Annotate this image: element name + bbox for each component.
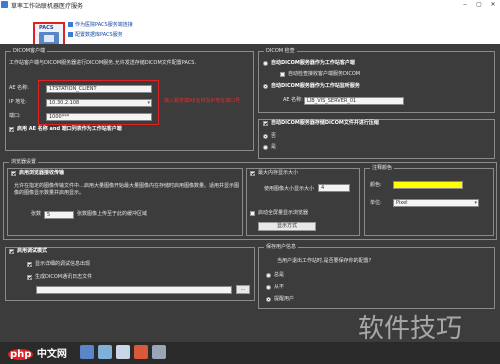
memory-checkbox[interactable] [250, 171, 255, 176]
title-bar: 草率工作站联机器医疗服务 ‒ ▢ ✕ [0, 0, 500, 10]
group-title: 浏览器设置 [9, 159, 39, 166]
unit-label: 单位: [370, 200, 382, 206]
color-label: 颜色: [370, 182, 382, 188]
chevron-down-icon: ▾ [474, 200, 477, 206]
radio-always[interactable] [266, 273, 271, 278]
debug-mode-label: 启用调试模式 [17, 248, 48, 254]
radio-ask[interactable] [266, 297, 271, 302]
maximize-button[interactable]: ▢ [472, 0, 486, 9]
taskbar-app-icon[interactable] [134, 345, 148, 359]
ae-name-label: AE 名称: [9, 85, 29, 91]
image-transfer-description: 允许在指定的图像传输文件中…启用大量图像开始最大量图像内在存储时启用图像数量。适… [14, 183, 240, 196]
browse-button[interactable]: … [236, 285, 250, 294]
minimize-button[interactable]: ‒ [458, 0, 472, 9]
auto-compress-label: 自动DICOM服务器存储DICOM文件并进行压缩 [271, 120, 379, 126]
radio-ask-label: 提醒用户 [274, 296, 295, 302]
radio-no[interactable] [263, 134, 268, 139]
info-icon [68, 32, 73, 37]
use-ae-checkbox[interactable] [9, 127, 14, 132]
memory-field-label: 使用图像大小显示大小 [264, 186, 315, 192]
image-transfer-group [7, 168, 243, 236]
radio-always-label: 总是 [274, 272, 285, 278]
image-transfer-checkbox[interactable] [11, 171, 16, 176]
group-title: 注释颜色 [370, 165, 395, 172]
dicom-log-checkbox[interactable] [27, 275, 32, 280]
group-title: DICOM客户端 [11, 48, 48, 55]
memory-stepper[interactable]: 4 [318, 184, 350, 192]
taskbar-app-icon[interactable] [152, 345, 166, 359]
taskbar [0, 342, 500, 364]
annotation-text: 输入服务端AE名称及IP地址端口号 [164, 98, 241, 104]
radio-never-label: 从不 [274, 284, 285, 290]
group-title: DICOM 检查 [264, 48, 297, 55]
toolbar-info-2: 配置数据库PACS服务 [68, 32, 123, 39]
debug-mode-checkbox[interactable] [9, 249, 14, 254]
radio-yes[interactable] [263, 145, 268, 150]
radio-listen-label: 自动DICOM服务器作为工作站监听服务 [271, 83, 360, 89]
radio-listen-mode[interactable] [263, 84, 268, 89]
ip-address-label: IP 地址: [9, 99, 27, 105]
group-title: 保存用户信息 [264, 244, 299, 251]
dicom-client-description: 工作站客户端与DICOM服务器进行DICOM服务,允许发送存储DICOM文件配置… [9, 60, 197, 66]
watermark-logo: php 中文网 [8, 349, 67, 360]
check-ae-input[interactable]: LIB_VIS_SERVER_01 [304, 97, 404, 105]
auto-compress-checkbox[interactable] [263, 121, 268, 126]
log-path-input[interactable] [36, 286, 232, 294]
save-user-description: 当用户退出工作站时,是否要保存你的配置? [277, 258, 372, 264]
image-transfer-label: 启用浏览器接收传输 [19, 170, 65, 176]
check-ae-label: AE 名称: [283, 97, 303, 103]
radio-no-label: 否 [271, 133, 277, 139]
display-mode-button[interactable]: 显示方式 [258, 222, 316, 231]
highlight-box [38, 80, 159, 125]
port-label: 端口: [9, 113, 21, 119]
info-icon [68, 22, 73, 27]
debug-info-label: 显示详细的调试信息出现 [35, 261, 91, 267]
dicom-log-label: 生成DICOM通讯日志文件 [35, 274, 93, 280]
memory-label: 最大内存显示大小 [258, 170, 299, 176]
count-suffix: 张数图像上传至于此的缓冲区域 [77, 211, 148, 217]
radio-never[interactable] [266, 285, 271, 290]
toolbar-info-1: 作为医院PACS服务端连接 [68, 22, 133, 29]
auto-check-label: 自动检查接收客户端服务DICOM [288, 71, 361, 77]
count-label: 张数 [31, 211, 42, 217]
taskbar-app-icon[interactable] [98, 345, 112, 359]
close-button[interactable]: ✕ [486, 0, 500, 9]
color-swatch[interactable] [393, 181, 463, 189]
pacs-label: PACS [39, 25, 54, 31]
unit-dropdown[interactable]: Pixel ▾ [393, 199, 479, 207]
radio-client-mode[interactable] [263, 61, 268, 66]
radio-yes-label: 是 [271, 144, 277, 150]
app-icon [1, 1, 8, 8]
taskbar-app-icon[interactable] [116, 345, 130, 359]
fullscreen-checkbox[interactable] [250, 211, 255, 216]
use-ae-label: 启用 AE 名称 and 端口列表作为工作站客户端 [17, 126, 122, 132]
count-stepper[interactable]: 5 [44, 211, 74, 219]
toolbar: PACS 作为医院PACS服务端连接 配置数据库PACS服务 [0, 9, 500, 50]
taskbar-app-icon[interactable] [80, 345, 94, 359]
watermark-text: 软件技巧 [358, 314, 463, 344]
auto-check-checkbox[interactable] [280, 72, 285, 77]
fullscreen-label: 启动全屏量显示浏览器 [258, 210, 309, 216]
radio-client-label: 自动DICOM服务器作为工作站客户端 [271, 60, 355, 66]
debug-info-checkbox[interactable] [27, 262, 32, 267]
